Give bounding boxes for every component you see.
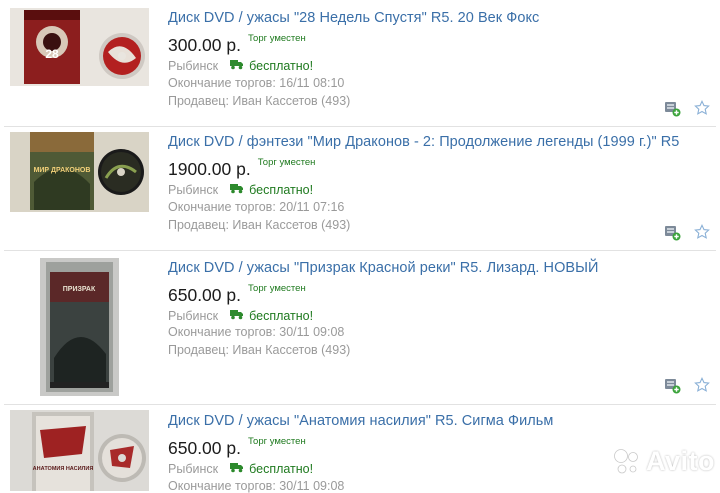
- truck-icon: [230, 59, 244, 73]
- compare-icon[interactable]: [664, 224, 681, 241]
- location-row: Рыбинск бесплатно!: [168, 183, 313, 197]
- price-row: 300.00 р. Торг уместен: [168, 33, 306, 56]
- haggle-badge: Торг уместен: [247, 283, 306, 294]
- price-row: 650.00 р. Торг уместен: [168, 436, 306, 459]
- star-icon[interactable]: [694, 99, 710, 116]
- auction-end-time: Окончание торгов: 20/11 07:16: [168, 200, 345, 214]
- star-icon[interactable]: [694, 223, 710, 240]
- listing-city: Рыбинск: [168, 59, 219, 73]
- shipping-label: бесплатно!: [249, 309, 314, 323]
- haggle-badge: Торг уместен: [257, 157, 316, 168]
- listing-title-link[interactable]: Диск DVD / ужасы "Анатомия насилия" R5. …: [168, 413, 553, 429]
- seller-link[interactable]: Продавец: Иван Кассетов (493): [168, 218, 350, 232]
- avito-logo-icon: [614, 448, 638, 473]
- dvd-cover-image: МИР ДРАКОНОВ: [10, 132, 149, 212]
- seller-link[interactable]: Продавец: Иван Кассетов (493): [168, 343, 350, 357]
- auction-end-time: Окончание торгов: 30/11 09:08: [168, 325, 345, 339]
- listing-price: 650.00 р.: [168, 285, 241, 305]
- seller-link[interactable]: Продавец: Иван Кассетов (493): [168, 94, 350, 108]
- compare-icon[interactable]: [664, 100, 681, 117]
- listing-city: Рыбинск: [168, 309, 219, 323]
- shipping-label: бесплатно!: [249, 59, 314, 73]
- watermark-text: Avito: [646, 446, 715, 476]
- truck-icon: [230, 309, 244, 323]
- listing-city: Рыбинск: [168, 183, 219, 197]
- star-icon[interactable]: [694, 376, 710, 393]
- listing-title-link[interactable]: Диск DVD / ужасы "28 Недель Спустя" R5. …: [168, 10, 539, 26]
- location-row: Рыбинск бесплатно!: [168, 309, 313, 323]
- cover-text: АНАТОМИЯ НАСИЛИЯ: [33, 466, 94, 472]
- shipping-label: бесплатно!: [249, 183, 314, 197]
- listing-thumbnail[interactable]: МИР ДРАКОНОВ: [10, 132, 149, 212]
- location-row: Рыбинск бесплатно!: [168, 462, 313, 476]
- location-row: Рыбинск бесплатно!: [168, 59, 313, 73]
- cover-text: ПРИЗРАК: [63, 286, 96, 293]
- auction-end-time: Окончание торгов: 16/11 08:10: [168, 76, 345, 90]
- cover-text: 28: [45, 47, 59, 61]
- listing-price: 650.00 р.: [168, 438, 241, 458]
- listing-price: 300.00 р.: [168, 35, 241, 55]
- listing-title-link[interactable]: Диск DVD / ужасы "Призрак Красной реки" …: [168, 260, 598, 276]
- dvd-cover-image: ПРИЗРАК: [40, 258, 119, 396]
- listing-thumbnail[interactable]: 28: [10, 8, 149, 86]
- listing-price: 1900.00 р.: [168, 159, 251, 179]
- truck-icon: [230, 183, 244, 197]
- price-row: 1900.00 р. Торг уместен: [168, 157, 315, 180]
- listing-thumbnail[interactable]: ПРИЗРАК: [40, 258, 119, 396]
- dvd-cover-image: АНАТОМИЯ НАСИЛИЯ: [10, 410, 149, 491]
- separator: [4, 126, 716, 127]
- shipping-label: бесплатно!: [249, 462, 314, 476]
- separator: [4, 404, 716, 405]
- haggle-badge: Торг уместен: [247, 436, 306, 447]
- dvd-cover-image: 28: [10, 8, 149, 86]
- truck-icon: [230, 462, 244, 476]
- separator: [4, 250, 716, 251]
- compare-icon[interactable]: [664, 377, 681, 394]
- listing-thumbnail[interactable]: АНАТОМИЯ НАСИЛИЯ: [10, 410, 149, 491]
- cover-text: МИР ДРАКОНОВ: [34, 167, 91, 174]
- price-row: 650.00 р. Торг уместен: [168, 283, 306, 306]
- listing-city: Рыбинск: [168, 462, 219, 476]
- listing-title-link[interactable]: Диск DVD / фэнтези "Мир Драконов - 2: Пр…: [168, 134, 679, 150]
- haggle-badge: Торг уместен: [247, 33, 306, 44]
- avito-watermark: Avito: [612, 446, 715, 477]
